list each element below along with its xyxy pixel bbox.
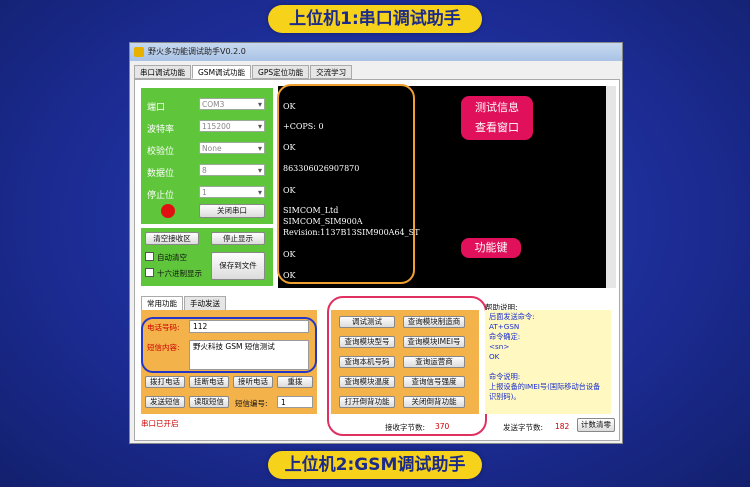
window-title: 野火多功能调试助手V0.2.0 [148, 47, 246, 56]
help-line: 识别码)。 [489, 392, 521, 401]
bottom-banner: 上位机2:GSM调试助手 [268, 451, 482, 479]
help-line: 命令说明: [489, 372, 521, 381]
receive-controls: 清空接收区 停止显示 自动清空 十六进制显示 保存到文件 [141, 228, 273, 286]
auto-clear-label: 自动清空 [157, 253, 187, 262]
dial-button[interactable]: 拨打电话 [145, 376, 185, 388]
tab-serial[interactable]: 串口调试功能 [134, 65, 191, 79]
port-status-text: 串口已开启 [141, 419, 179, 428]
terminal-scrollbar[interactable] [606, 86, 616, 288]
hex-display-checkbox[interactable]: 十六进制显示 [145, 268, 202, 279]
send-count-label: 发送字节数: [503, 423, 544, 432]
baud-select[interactable]: 115200 [199, 120, 265, 133]
app-window: 野火多功能调试助手V0.2.0 串口调试功能 GSM调试功能 GPS定位功能 交… [129, 42, 623, 444]
clear-count-button[interactable]: 计数清零 [577, 418, 615, 432]
help-line: OK [489, 352, 500, 361]
tab-common[interactable]: 常用功能 [141, 296, 183, 311]
send-count-value: 182 [555, 422, 570, 431]
help-line: AT+GSN [489, 322, 520, 331]
port-status-led [161, 204, 175, 218]
tab-gsm[interactable]: GSM调试功能 [192, 65, 252, 79]
sms-highlight [141, 317, 317, 373]
checkbox-box [145, 268, 154, 277]
title-bar: 野火多功能调试助手V0.2.0 [130, 43, 622, 61]
auto-clear-checkbox[interactable]: 自动清空 [145, 252, 187, 263]
func-highlight [327, 296, 487, 436]
terminal-highlight [277, 84, 415, 284]
help-line: <sn> [489, 342, 510, 351]
sms-number-input[interactable]: 1 [277, 396, 313, 408]
recv-count-label: 接收字节数: [385, 423, 426, 432]
redial-button[interactable]: 重拨 [277, 376, 313, 388]
save-to-file-button[interactable]: 保存到文件 [211, 252, 265, 280]
func-callout: 功能键 [461, 238, 521, 258]
hangup-button[interactable]: 挂断电话 [189, 376, 229, 388]
send-sms-button[interactable]: 发送短信 [145, 396, 185, 408]
help-line: 命令确定: [489, 332, 521, 341]
port-select[interactable]: COM3 [199, 98, 265, 111]
stop-display-button[interactable]: 停止显示 [211, 232, 265, 245]
answer-button[interactable]: 接听电话 [233, 376, 273, 388]
bottom-tabs: 常用功能 手动发送 [141, 296, 227, 311]
serial-settings: 端口 COM3 波特率 115200 校验位 None 数据位 8 停止位 1 … [141, 88, 273, 224]
main-tabs: 串口调试功能 GSM调试功能 GPS定位功能 交流学习 [134, 65, 353, 79]
parity-label: 校验位 [147, 147, 175, 157]
checkbox-box [145, 252, 154, 261]
close-port-button[interactable]: 关闭串口 [199, 204, 265, 218]
databits-select[interactable]: 8 [199, 164, 265, 177]
help-line: 后面发送命令: [489, 312, 535, 321]
tab-community[interactable]: 交流学习 [310, 65, 353, 79]
hex-display-label: 十六进制显示 [157, 269, 202, 278]
help-line: 上报设备的IMEI号(国际移动台设备 [489, 382, 601, 391]
read-sms-button[interactable]: 读取短信 [189, 396, 229, 408]
databits-label: 数据位 [147, 169, 175, 179]
gsm-panel: 端口 COM3 波特率 115200 校验位 None 数据位 8 停止位 1 … [134, 79, 620, 441]
top-banner: 上位机1:串口调试助手 [268, 5, 482, 33]
tab-manual-send[interactable]: 手动发送 [184, 296, 226, 311]
stopbits-select[interactable]: 1 [199, 186, 265, 199]
baud-label: 波特率 [147, 125, 175, 135]
info-callout: 测试信息 查看窗口 [461, 96, 533, 140]
port-label: 端口 [147, 103, 166, 113]
tab-gps[interactable]: GPS定位功能 [252, 65, 310, 79]
clear-receive-button[interactable]: 清空接收区 [145, 232, 199, 245]
parity-select[interactable]: None [199, 142, 265, 155]
stopbits-label: 停止位 [147, 191, 175, 201]
app-icon [134, 47, 144, 57]
sms-number-label: 短信编号: [235, 399, 268, 408]
recv-count-value: 370 [435, 422, 450, 431]
help-panel: 后面发送命令: AT+GSN 命令确定: <sn> OK 命令说明: 上报设备的… [485, 310, 611, 414]
